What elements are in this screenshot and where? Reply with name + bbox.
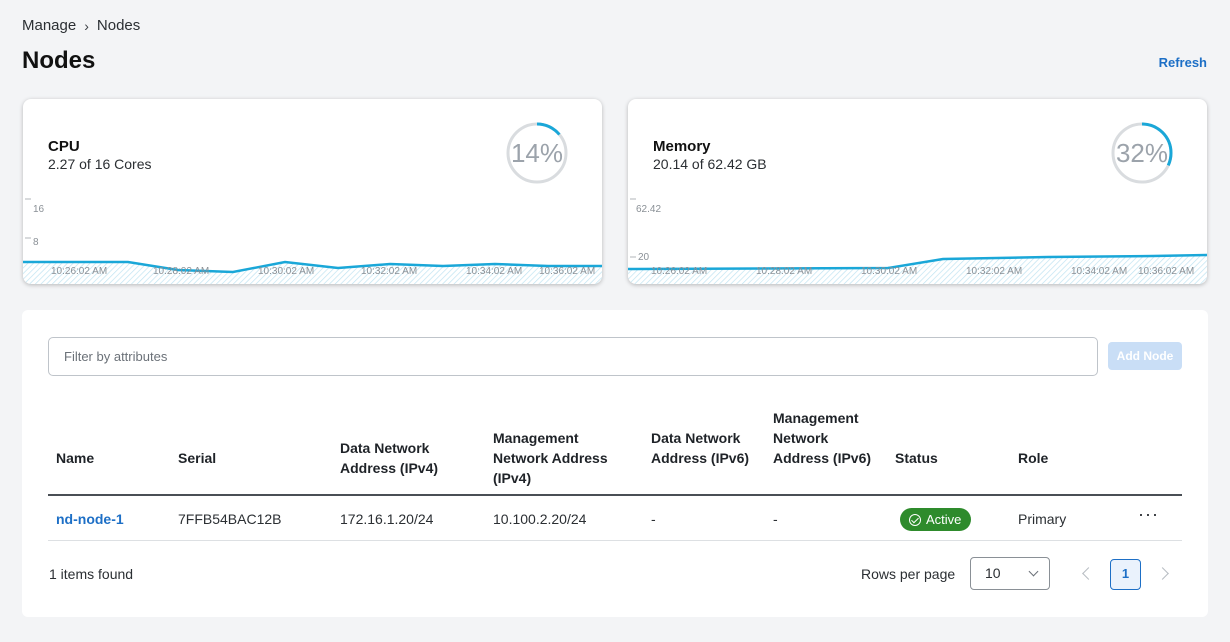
column-header-data-ipv4[interactable]: Data Network Address (IPv4) bbox=[340, 438, 460, 478]
cpu-x-tick-1: 10:26:02 AM bbox=[51, 266, 107, 277]
column-header-role[interactable]: Role bbox=[1018, 448, 1048, 468]
cpu-x-tick-5: 10:34:02 AM bbox=[466, 266, 522, 277]
cpu-x-tick-4: 10:32:02 AM bbox=[361, 266, 417, 277]
memory-x-tick-6: 10:36:02 AM bbox=[1138, 266, 1194, 277]
node-mgmt-ipv4: 10.100.2.20/24 bbox=[493, 511, 587, 527]
cpu-x-tick-6: 10:36:02 AM bbox=[539, 266, 595, 277]
check-circle-icon bbox=[909, 513, 921, 526]
row-actions-more-icon[interactable]: ··· bbox=[1138, 504, 1159, 525]
memory-x-tick-4: 10:32:02 AM bbox=[966, 266, 1022, 277]
cpu-sparkline: 16 8 10:26:02 AM 10:28:02 AM 10:30:02 AM… bbox=[23, 198, 602, 284]
refresh-button[interactable]: Refresh bbox=[1159, 55, 1207, 70]
filter-input[interactable] bbox=[48, 337, 1098, 376]
column-header-mgmt-ipv4[interactable]: Management Network Address (IPv4) bbox=[493, 428, 623, 488]
page-title: Nodes bbox=[22, 47, 96, 74]
memory-sparkline: 62.42 20 10:26:02 AM 10:28:02 AM 10:30:0… bbox=[628, 198, 1207, 284]
nodes-table-card: Add Node Name Serial Data Network Addres… bbox=[22, 310, 1208, 617]
cpu-card: CPU 2.27 of 16 Cores 14% 16 8 10:26:02 A… bbox=[23, 99, 602, 284]
cpu-y-tick-16: 16 bbox=[33, 204, 45, 215]
memory-y-tick-62: 62.42 bbox=[636, 204, 661, 215]
column-header-data-ipv6[interactable]: Data Network Address (IPv6) bbox=[651, 428, 751, 468]
cpu-x-tick-2: 10:28:02 AM bbox=[153, 266, 209, 277]
memory-x-tick-5: 10:34:02 AM bbox=[1071, 266, 1127, 277]
rows-per-page-value: 10 bbox=[985, 565, 1001, 581]
memory-x-tick-2: 10:28:02 AM bbox=[756, 266, 812, 277]
memory-title: Memory bbox=[653, 138, 711, 155]
table-row[interactable]: nd-node-1 7FFB54BAC12B 172.16.1.20/24 10… bbox=[48, 498, 1182, 541]
breadcrumb-manage[interactable]: Manage bbox=[22, 17, 76, 34]
column-header-name[interactable]: Name bbox=[56, 448, 94, 468]
chevron-down-icon bbox=[1028, 566, 1039, 577]
breadcrumb: Manage › Nodes bbox=[22, 17, 140, 34]
rows-per-page-label: Rows per page bbox=[861, 566, 956, 582]
column-header-serial[interactable]: Serial bbox=[178, 448, 216, 468]
node-data-ipv6: - bbox=[651, 511, 656, 527]
items-found-count: 1 items found bbox=[49, 566, 134, 582]
memory-y-tick-20: 20 bbox=[638, 252, 650, 263]
breadcrumb-current: Nodes bbox=[96, 17, 141, 34]
chevron-left-icon[interactable] bbox=[1082, 567, 1095, 580]
memory-summary: 20.14 of 62.42 GB bbox=[653, 156, 767, 172]
memory-percent: 32% bbox=[1115, 138, 1169, 168]
rows-per-page-select[interactable]: 10 bbox=[970, 557, 1050, 590]
add-node-button[interactable]: Add Node bbox=[1108, 342, 1182, 370]
node-serial: 7FFB54BAC12B bbox=[178, 511, 282, 527]
memory-x-tick-3: 10:30:02 AM bbox=[861, 266, 917, 277]
column-header-mgmt-ipv6[interactable]: Management Network Address (IPv6) bbox=[773, 408, 873, 468]
status-badge-label: Active bbox=[926, 512, 962, 527]
cpu-title: CPU bbox=[48, 138, 80, 155]
memory-x-tick-1: 10:26:02 AM bbox=[651, 266, 707, 277]
node-mgmt-ipv6: - bbox=[773, 511, 778, 527]
cpu-percent: 14% bbox=[510, 138, 564, 168]
memory-gauge: 32% bbox=[1111, 122, 1173, 184]
page-number-button[interactable]: 1 bbox=[1110, 559, 1141, 590]
breadcrumb-separator: › bbox=[84, 17, 89, 34]
cpu-y-tick-8: 8 bbox=[33, 237, 39, 248]
status-badge: Active bbox=[900, 508, 972, 531]
memory-card: Memory 20.14 of 62.42 GB 32% 62.42 20 10… bbox=[628, 99, 1207, 284]
node-data-ipv4: 172.16.1.20/24 bbox=[340, 511, 434, 527]
node-role: Primary bbox=[1018, 511, 1067, 527]
chevron-right-icon[interactable] bbox=[1156, 567, 1169, 580]
table-header: Name Serial Data Network Address (IPv4) … bbox=[48, 408, 1182, 496]
cpu-x-tick-3: 10:30:02 AM bbox=[258, 266, 314, 277]
cpu-gauge: 14% bbox=[506, 122, 568, 184]
node-name-link[interactable]: nd-node-1 bbox=[56, 511, 124, 527]
column-header-status[interactable]: Status bbox=[895, 448, 938, 468]
cpu-summary: 2.27 of 16 Cores bbox=[48, 156, 152, 172]
